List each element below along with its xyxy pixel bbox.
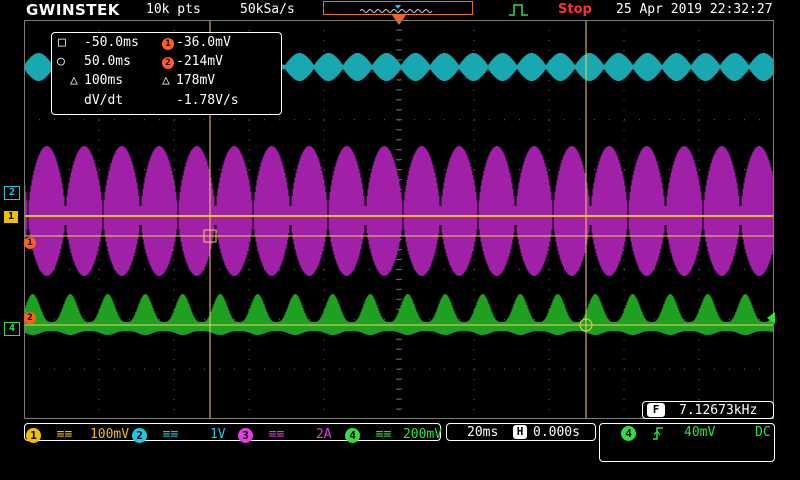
memory-position-bar[interactable] bbox=[323, 1, 473, 15]
ch2-scale[interactable]: 2 ≡≡ 1V bbox=[132, 424, 226, 443]
trigger-panel[interactable]: 4 40mV DC bbox=[599, 423, 775, 462]
frequency-value: 7.12673kHz bbox=[679, 403, 758, 418]
cursor-t2-value: 50.0ms bbox=[84, 54, 131, 69]
dvdt-value: -1.78V/s bbox=[176, 93, 239, 108]
ch1-offset-marker[interactable]: 1 bbox=[4, 211, 18, 223]
cursor-t2-icon: ○ bbox=[57, 54, 65, 69]
horizontal-position-value: 0.000s bbox=[533, 425, 580, 440]
ch4-scale-value: 200mV bbox=[402, 427, 443, 442]
horizontal-position-icon: H bbox=[513, 425, 527, 439]
cursor-t1-icon: □ bbox=[58, 35, 66, 50]
trigger-level-value: 40mV bbox=[684, 425, 716, 440]
cursor-dt-value: 100ms bbox=[84, 73, 124, 88]
date-time: 25 Apr 2019 22:32:27 bbox=[616, 2, 773, 17]
delta-v-icon: △ bbox=[162, 73, 170, 88]
trigger-coupling-value: DC bbox=[755, 425, 771, 440]
ch1-scale-value: 100mV bbox=[89, 427, 130, 442]
record-length: 10k pts bbox=[146, 2, 201, 17]
ch3-scale-value: 2A bbox=[315, 427, 332, 442]
ch2-offset-marker[interactable]: 2 bbox=[4, 186, 20, 200]
ch4-icon: 4 bbox=[345, 428, 360, 443]
cursor-t1-value: -50.0ms bbox=[84, 35, 139, 50]
brand-logo: GWINSTEK bbox=[26, 1, 120, 19]
trigger-level-marker[interactable] bbox=[767, 312, 775, 324]
ch1-scale[interactable]: 1 ≡≡ 100mV bbox=[26, 424, 129, 443]
cursor-v2-value: -214mV bbox=[176, 54, 223, 69]
rising-edge-icon bbox=[653, 427, 663, 440]
dvdt-label: dV/dt bbox=[84, 93, 124, 108]
ch3-scale[interactable]: 3 ≡≡ 2A bbox=[238, 424, 332, 443]
ch1-icon: 1 bbox=[26, 428, 41, 443]
timebase-panel[interactable]: 20ms H 0.000s bbox=[446, 423, 596, 441]
cursor-v1-value: -36.0mV bbox=[176, 35, 231, 50]
sample-rate: 50kSa/s bbox=[240, 2, 295, 17]
run-stop-status[interactable]: Stop bbox=[558, 2, 592, 17]
delta-t-icon: △ bbox=[70, 73, 78, 88]
ch3-icon: 3 bbox=[238, 428, 253, 443]
ch2-scale-value: 1V bbox=[209, 427, 226, 442]
ch3-waveform bbox=[24, 146, 774, 276]
ch2-icon: 2 bbox=[132, 428, 147, 443]
cursor2-marker[interactable]: 2 bbox=[24, 312, 36, 324]
cursor-readout-panel: □ -50.0ms 1 -36.0mV ○ 50.0ms 2 -214mV △ … bbox=[51, 32, 282, 115]
frequency-label: F bbox=[647, 403, 665, 417]
cursor1-marker[interactable]: 1 bbox=[24, 237, 36, 249]
trigger-source-icon: 4 bbox=[621, 426, 636, 441]
trigger-edge-icon bbox=[508, 2, 530, 21]
cursor-dv-value: 178mV bbox=[176, 73, 216, 88]
timebase-value: 20ms bbox=[467, 425, 499, 440]
cursor-v1-icon: 1 bbox=[162, 38, 174, 50]
ch4-scale[interactable]: 4 ≡≡ 200mV bbox=[345, 424, 442, 443]
ch4-offset-marker[interactable]: 4 bbox=[4, 322, 20, 336]
frequency-counter: F 7.12673kHz bbox=[642, 401, 774, 419]
cursor-v2-icon: 2 bbox=[162, 57, 174, 69]
